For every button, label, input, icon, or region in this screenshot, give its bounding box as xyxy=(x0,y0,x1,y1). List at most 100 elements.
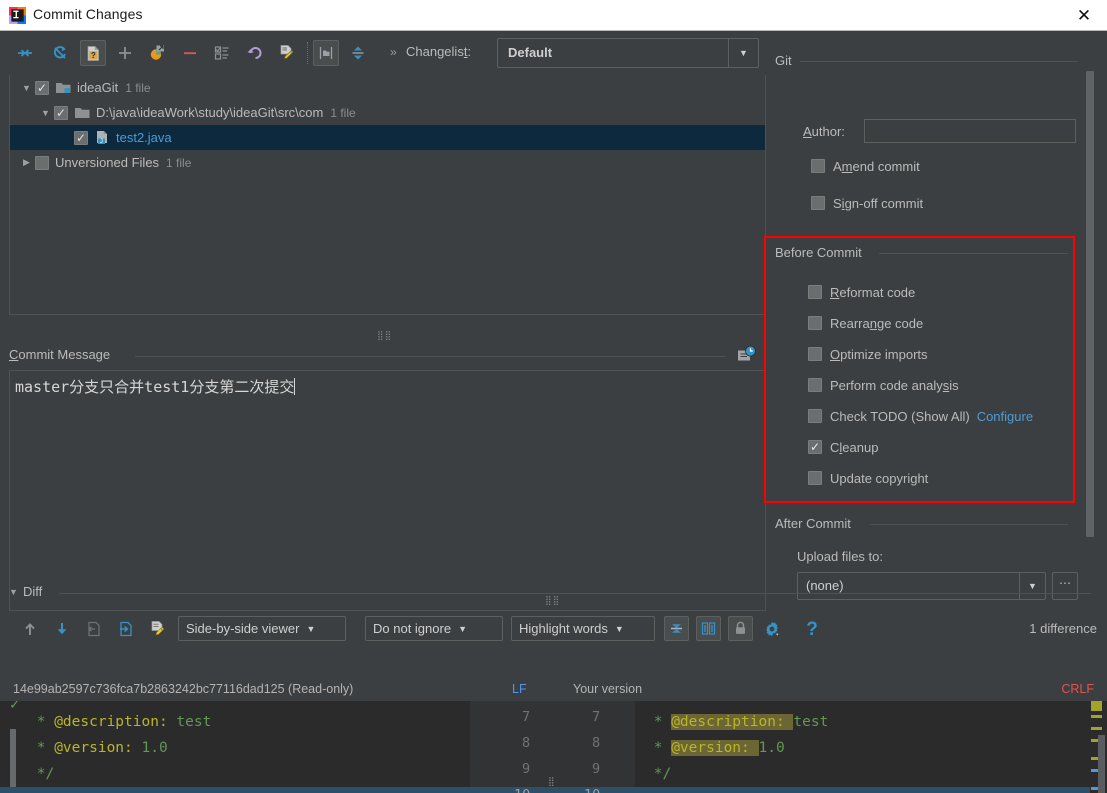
perform-code-analysis-checkbox[interactable]: ✓ Perform code analysis xyxy=(808,375,959,395)
line-number: 9 xyxy=(522,761,531,777)
checkbox-box[interactable]: ✓ xyxy=(808,347,822,361)
checkbox-box[interactable]: ✓ xyxy=(808,378,822,392)
commit-message-input[interactable]: master分支只合并test1分支第二次提交 xyxy=(9,370,766,611)
collapse-all-icon[interactable] xyxy=(12,40,38,66)
cleanup-checkbox[interactable]: ✓ Cleanup xyxy=(808,437,878,457)
chevron-right-icon[interactable]: ▶ xyxy=(18,157,35,168)
show-diff-icon[interactable]: ? xyxy=(80,40,106,66)
delete-icon[interactable] xyxy=(177,40,203,66)
previous-difference-icon[interactable] xyxy=(18,617,42,641)
diff-left-pane[interactable]: ✓ * @description: test * @version: 1.0 *… xyxy=(0,701,470,793)
rollback-icon[interactable] xyxy=(242,40,268,66)
tree-row[interactable]: ✓ J test2.java xyxy=(10,125,765,150)
commit-message-text: master分支只合并test1分支第二次提交 xyxy=(15,378,296,396)
new-changelist-icon[interactable] xyxy=(209,40,235,66)
synchronize-scroll-icon[interactable] xyxy=(696,616,721,641)
before-commit-group-title: Before Commit xyxy=(775,245,862,260)
diff-ignore-policy-value: Do not ignore xyxy=(373,621,452,636)
section-rule xyxy=(135,356,726,357)
update-copyright-checkbox[interactable]: ✓ Update copyright xyxy=(808,468,928,488)
tree-checkbox[interactable]: ✓ xyxy=(54,105,68,120)
line-number: 8 xyxy=(592,735,601,751)
amend-commit-checkbox[interactable]: ✓ Amend commit xyxy=(811,156,920,176)
author-field[interactable] xyxy=(864,119,1076,143)
checkbox-label: Reformat code xyxy=(830,284,916,300)
check-todo-checkbox[interactable]: ✓ Check TODO (Show All) Configure xyxy=(808,406,1033,426)
tree-row[interactable]: ▼ ✓ D:\java\ideaWork\study\ideaGit\src\c… xyxy=(10,100,765,125)
tree-row-label: D:\java\ideaWork\study\ideaGit\src\com xyxy=(96,105,324,120)
edit-source-icon[interactable] xyxy=(146,617,170,641)
checkbox-box[interactable]: ✓ xyxy=(808,285,822,299)
changes-tree[interactable]: ▼ ✓ ideaGit 1 file ▼ ✓ D:\java\ideaWork\… xyxy=(9,75,766,315)
svg-text:?: ? xyxy=(90,50,95,59)
rearrange-code-checkbox[interactable]: ✓ Rearrange code xyxy=(808,313,923,333)
tree-checkbox[interactable]: ✓ xyxy=(35,80,49,95)
diff-viewer-mode-combobox[interactable]: Side-by-side viewer ▼ xyxy=(178,616,346,641)
code-line: //23 xyxy=(635,787,1090,793)
checkbox-label: Sign-off commit xyxy=(833,195,924,211)
line-number: 7 xyxy=(522,709,531,725)
help-icon[interactable]: ? xyxy=(800,617,824,641)
right-line-separator-label[interactable]: CRLF xyxy=(1061,682,1094,696)
tree-row[interactable]: ▶ ✓ Unversioned Files 1 file xyxy=(10,150,765,175)
configure-todo-link[interactable]: Configure xyxy=(977,409,1033,424)
toolbar-overflow-icon[interactable]: » xyxy=(390,45,397,59)
chevron-down-icon[interactable]: ▼ xyxy=(9,587,18,597)
reformat-code-checkbox[interactable]: ✓ Reformat code xyxy=(808,282,915,302)
checkbox-box[interactable]: ✓ xyxy=(808,316,822,330)
expand-collapse-icon[interactable] xyxy=(345,40,371,66)
checkbox-box[interactable]: ✓ xyxy=(808,409,822,423)
chevron-down-icon[interactable]: ▼ xyxy=(306,624,315,634)
diff-viewer[interactable]: ✓ * @description: test * @version: 1.0 *… xyxy=(0,701,1107,793)
gear-icon[interactable] xyxy=(760,617,784,641)
diff-right-pane[interactable]: * @description: test * @version: 1.0 */ … xyxy=(635,701,1090,793)
checkbox-label: Perform code analysis xyxy=(830,377,959,393)
chevron-down-icon[interactable]: ▼ xyxy=(615,624,624,634)
edit-source-icon[interactable] xyxy=(274,40,300,66)
checkbox-box[interactable]: ✓ xyxy=(811,159,825,173)
options-scrollbar-thumb[interactable] xyxy=(1086,71,1094,537)
diff-viewer-mode-value: Side-by-side viewer xyxy=(186,621,300,636)
chevron-down-icon[interactable]: ▼ xyxy=(458,624,467,634)
add-icon[interactable] xyxy=(112,40,138,66)
accept-right-icon[interactable] xyxy=(114,617,138,641)
diff-highlight-policy-combobox[interactable]: Highlight words ▼ xyxy=(511,616,655,641)
diff-connector-handle[interactable]: ⣿ xyxy=(548,778,556,787)
checkbox-label: Optimize imports xyxy=(830,346,928,362)
code-line: * @version: 1.0 xyxy=(28,740,168,756)
next-difference-icon[interactable] xyxy=(50,617,74,641)
chevron-down-icon[interactable]: ▼ xyxy=(18,83,35,93)
read-only-lock-icon[interactable] xyxy=(728,616,753,641)
collapse-unchanged-icon[interactable] xyxy=(664,616,689,641)
optimize-imports-checkbox[interactable]: ✓ Optimize imports xyxy=(808,344,928,364)
move-to-changelist-icon[interactable] xyxy=(144,40,170,66)
git-group-title: Git xyxy=(775,53,792,68)
close-icon[interactable]: ✕ xyxy=(1061,0,1107,31)
minimap-marker xyxy=(1091,701,1102,711)
sign-off-commit-checkbox[interactable]: ✓ Sign-off commit xyxy=(811,193,923,213)
line-number: 9 xyxy=(592,761,601,777)
tree-checkbox[interactable]: ✓ xyxy=(35,155,49,170)
group-by-directory-icon[interactable] xyxy=(313,40,339,66)
accept-left-icon[interactable] xyxy=(82,617,106,641)
tree-row-count: 1 file xyxy=(166,155,192,170)
checkbox-box[interactable]: ✓ xyxy=(811,196,825,210)
message-history-icon[interactable] xyxy=(736,345,758,365)
changelist-combobox[interactable]: Default ▼ xyxy=(497,38,759,68)
diff-ignore-policy-combobox[interactable]: Do not ignore ▼ xyxy=(365,616,503,641)
tree-checkbox[interactable]: ✓ xyxy=(74,130,88,145)
diff-splitter-handle[interactable]: ⣿⣿ xyxy=(545,596,560,605)
chevron-down-icon[interactable]: ▼ xyxy=(728,39,758,67)
diff-scrollbar-thumb[interactable] xyxy=(1098,735,1105,793)
checkbox-box[interactable]: ✓ xyxy=(808,471,822,485)
tree-row[interactable]: ▼ ✓ ideaGit 1 file xyxy=(10,75,765,100)
left-line-separator-label[interactable]: LF xyxy=(512,682,527,696)
refresh-icon[interactable] xyxy=(47,40,73,66)
tree-row-count: 1 file xyxy=(330,105,356,120)
checkbox-box[interactable]: ✓ xyxy=(808,440,822,454)
vertical-splitter-handle[interactable]: ⣿⣿ xyxy=(377,331,392,340)
diff-difference-count: 1 difference xyxy=(1029,621,1097,636)
chevron-down-icon[interactable]: ▼ xyxy=(37,108,54,118)
line-number: 7 xyxy=(592,709,601,725)
tree-row-label: ideaGit xyxy=(77,80,119,95)
